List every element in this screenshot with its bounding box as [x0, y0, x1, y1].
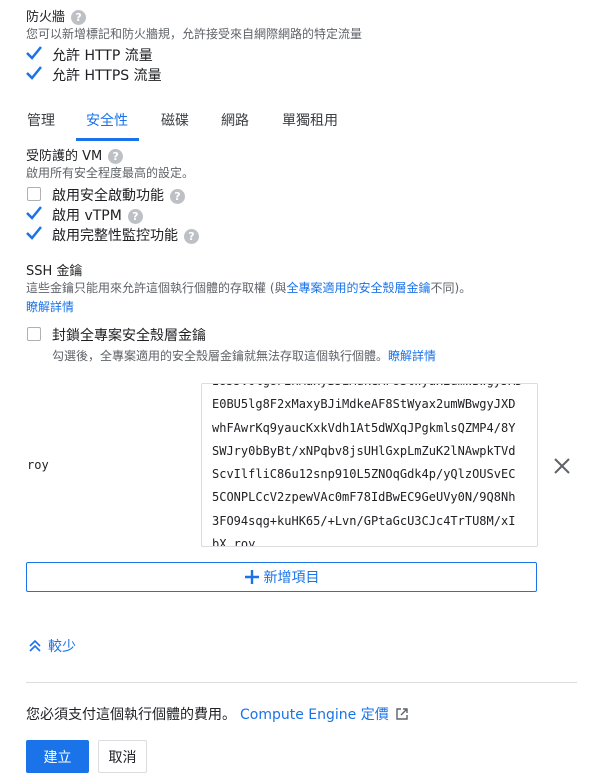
- block-project-keys-hint: 勾選後，全專案適用的安全殼層金鑰就無法存取這個執行個體。瞭解詳情: [52, 349, 437, 363]
- secure-boot-label: 啟用安全啟動功能?: [52, 185, 185, 205]
- cancel-button[interactable]: 取消: [98, 740, 147, 773]
- block-learn-more-link[interactable]: 瞭解詳情: [388, 349, 436, 363]
- ssh-keys-description: 這些金鑰只能用來允許這個執行個體的存取權 (與全專案適用的安全殼層金鑰不同)。: [26, 281, 472, 295]
- checkmark-icon: [26, 46, 42, 60]
- help-icon[interactable]: ?: [71, 10, 87, 25]
- ssh-keys-title: SSH 金鑰: [26, 264, 83, 279]
- divider: [26, 682, 577, 683]
- integrity-monitoring-label: 啟用完整性監控功能?: [52, 225, 199, 245]
- help-icon[interactable]: ?: [127, 208, 143, 224]
- checkmark-icon: [26, 226, 42, 240]
- chevron-up-icon: [29, 639, 41, 652]
- ssh-key-textarea[interactable]: I8JJV0lg8F2xMaxyBJiMdkeAF8StWyax2umWBwgy…: [201, 383, 538, 547]
- pricing-link[interactable]: Compute Engine 定價: [240, 704, 389, 724]
- block-project-keys-label: 封鎖全專案安全殼層金鑰: [52, 328, 206, 344]
- secure-boot-checkbox[interactable]: [27, 187, 41, 201]
- external-link-icon[interactable]: [395, 707, 409, 721]
- firewall-description: 您可以新增標記和防火牆規，允許接受來自網際網路的特定流量: [26, 27, 363, 41]
- add-item-label: 新增項目: [263, 570, 320, 586]
- add-item-button[interactable]: 新增項目: [26, 562, 537, 592]
- show-less-label: 較少: [48, 639, 76, 655]
- help-icon[interactable]: ?: [184, 228, 199, 244]
- ssh-key-username: roy: [27, 458, 49, 472]
- help-icon[interactable]: ?: [170, 188, 185, 204]
- allow-http-label: 允許 HTTP 流量: [52, 48, 153, 64]
- allow-http-checkbox[interactable]: [26, 46, 42, 61]
- allow-https-checkbox[interactable]: [26, 66, 42, 81]
- plus-icon: [244, 570, 259, 584]
- help-icon[interactable]: ?: [108, 149, 124, 164]
- shielded-vm-description: 啟用所有安全程度最高的設定。: [26, 166, 195, 180]
- tab-management[interactable]: 管理: [27, 110, 55, 130]
- vtpm-label: 啟用 vTPM?: [52, 205, 143, 225]
- project-wide-keys-link[interactable]: 全專案適用的安全殼層金鑰: [287, 281, 431, 295]
- vtpm-checkbox[interactable]: [26, 206, 42, 221]
- show-less-toggle[interactable]: 較少: [28, 636, 76, 656]
- checkmark-icon: [26, 206, 42, 220]
- create-button[interactable]: 建立: [26, 740, 89, 773]
- checkmark-icon: [26, 66, 42, 80]
- billing-notice: 您必須支付這個執行個體的費用。 Compute Engine 定價: [26, 704, 409, 724]
- ssh-key-text: I8JJV0lg8F2xMaxyBJiMdkeAF8StWyax2umWBwgy…: [212, 384, 523, 547]
- active-tab-indicator: [76, 138, 139, 141]
- tab-security[interactable]: 安全性: [86, 110, 128, 130]
- tab-sole-tenancy[interactable]: 單獨租用: [282, 110, 338, 130]
- shielded-vm-title: 受防護的 VM?: [26, 145, 124, 164]
- delete-key-button[interactable]: [553, 457, 571, 479]
- firewall-title: 防火牆?: [26, 6, 87, 25]
- block-project-keys-checkbox[interactable]: [27, 327, 41, 341]
- close-icon: [554, 458, 570, 474]
- integrity-monitoring-checkbox[interactable]: [26, 226, 42, 241]
- tab-disks[interactable]: 磁碟: [161, 110, 189, 130]
- learn-more-link[interactable]: 瞭解詳情: [26, 298, 74, 315]
- tab-networking[interactable]: 網路: [221, 110, 249, 130]
- allow-https-label: 允許 HTTPS 流量: [52, 68, 162, 84]
